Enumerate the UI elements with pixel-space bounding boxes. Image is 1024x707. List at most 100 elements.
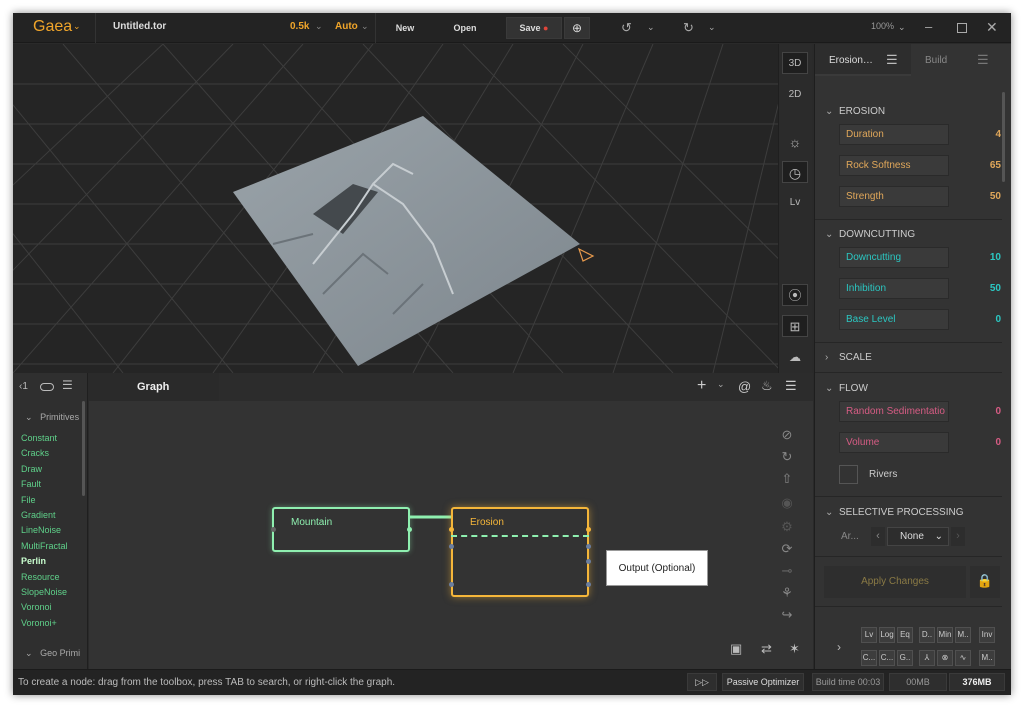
new-button[interactable]: New [377,17,433,39]
toggle-icon[interactable] [40,383,54,391]
redo-icon[interactable]: ↻ [683,21,694,35]
node-mountain[interactable] [272,507,410,552]
mode-dropdown[interactable]: Auto [335,21,358,32]
toolbox-item[interactable]: Constant [21,433,57,443]
bake-icon[interactable]: ◉ [779,495,795,511]
field-inhibition[interactable]: Inhibition [839,278,949,299]
section-selective-processing-header[interactable]: ⌄ SELECTIVE PROCESSING [825,507,963,518]
value-duration[interactable]: 4 [963,129,1001,140]
branch-icon[interactable]: ⚘ [779,585,795,601]
toolbox-item[interactable]: Cracks [21,448,49,458]
modifier-button[interactable]: ∿ [955,650,971,666]
maximize-icon[interactable] [957,23,967,33]
apply-changes-button[interactable]: Apply Changes [824,566,966,598]
section-primitives-header[interactable]: ⌄ Primitives [25,412,79,423]
toolbox-menu-icon[interactable]: ☰ [62,378,73,392]
lock-button[interactable]: 🔒 [970,566,1000,598]
toolbox-item[interactable]: File [21,495,36,505]
rotate-icon[interactable]: ⟳ [779,541,795,557]
toolbox-item[interactable]: Draw [21,464,42,474]
selective-prev-button[interactable]: ‹ [871,527,885,546]
disable-node-icon[interactable]: ⊘ [779,427,795,443]
section-erosion-header[interactable]: ⌄ EROSION [825,106,885,117]
terrain-3d-view[interactable] [13,44,778,373]
play-forward-button[interactable]: ▷▷ [687,673,717,691]
node-erosion-output-port[interactable] [586,527,591,532]
modifier-button[interactable]: ⊗ [937,650,953,666]
section-geo-primitives-header[interactable]: ⌄ Geo Primi [25,648,80,659]
value-random-sedimentation[interactable]: 0 [963,406,1001,417]
view-lv-button[interactable]: Lv [782,192,808,214]
save-as-button[interactable]: ⊕ [564,17,590,39]
modifier-button[interactable]: M.. [955,627,971,643]
value-volume[interactable]: 0 [963,437,1001,448]
zoom-chevron-icon[interactable]: ⌄ [898,20,906,34]
value-inhibition[interactable]: 50 [963,283,1001,294]
open-button[interactable]: Open [437,17,493,39]
refresh-icon[interactable]: ↻ [779,449,795,465]
resolution-chevron-icon[interactable]: ⌄ [315,21,323,32]
value-strength[interactable]: 50 [963,191,1001,202]
modifier-button[interactable]: M.. [979,650,995,666]
modifier-button[interactable]: C... [879,650,895,666]
section-scale-header[interactable]: › SCALE [825,352,872,363]
toolbox-item[interactable]: Gradient [21,510,56,520]
modifier-button[interactable]: Min [937,627,953,643]
node-erosion-input-port-2[interactable] [449,544,454,549]
swap-icon[interactable]: ⇄ [761,641,772,657]
scrollbar[interactable] [1002,92,1005,182]
node-mountain-output-port[interactable] [407,527,412,532]
time-clock-icon[interactable]: ◷ [782,161,808,183]
rivers-checkbox[interactable] [839,465,858,484]
tab-build-menu-icon[interactable]: ☰ [977,52,989,68]
view-2d-button[interactable]: 2D [782,84,808,106]
modifiers-expand-chevron-icon[interactable]: › [837,640,841,654]
view-3d-button[interactable]: 3D [782,52,808,74]
navigate-compass-icon[interactable]: ⦿ [782,284,808,306]
save-button[interactable]: Save ● [506,17,562,39]
toolbox-item[interactable]: Voronoi+ [21,618,57,628]
tab-build[interactable]: Build [925,55,947,66]
route-icon[interactable]: ↪ [779,607,795,623]
camera-marker-icon[interactable] [577,247,595,262]
modifier-button[interactable]: Eq [897,627,913,643]
close-icon[interactable]: ✕ [986,20,998,34]
toolbox-item[interactable]: LineNoise [21,525,61,535]
zoom-level[interactable]: 100% [871,21,894,31]
graph-editor[interactable]: Graph + ⌄ @ ♨ ☰ Mountain Erosion Output … [89,373,813,669]
toolbox-item[interactable]: Fault [21,479,41,489]
modifier-button[interactable]: G.. [897,650,913,666]
export-icon[interactable]: ⇧ [779,471,795,487]
logo-menu-chevron-icon[interactable]: ⌄ [73,21,81,32]
gear-icon[interactable]: ⚙ [779,519,795,535]
modifier-button[interactable]: Lv [861,627,877,643]
selective-next-button[interactable]: › [951,527,965,546]
grid-layout-icon[interactable]: ⊞ [782,315,808,337]
value-base-level[interactable]: 0 [963,314,1001,325]
resolution-dropdown[interactable]: 0.5k [290,21,309,32]
modifier-button[interactable]: D.. [919,627,935,643]
value-rock-softness[interactable]: 65 [963,160,1001,171]
modifier-button[interactable]: Inv [979,627,995,643]
arrange-icon[interactable]: ✶ [789,641,800,657]
node-erosion-output-port-2[interactable] [586,544,591,549]
node-erosion-input-port-3[interactable] [449,582,454,587]
toolbox-item[interactable]: SlopeNoise [21,587,67,597]
terrain-viewport[interactable] [13,44,778,373]
selective-dropdown[interactable]: None ⌄ [887,527,949,546]
section-flow-header[interactable]: ⌄ FLOW [825,383,868,394]
passive-optimizer-button[interactable]: Passive Optimizer [722,673,804,691]
toolbox-item[interactable]: Voronoi [21,602,52,612]
modifier-button[interactable]: ⅄ [919,650,935,666]
node-erosion-output-port-4[interactable] [586,582,591,587]
field-volume[interactable]: Volume [839,432,949,453]
undo-history-chevron-icon[interactable]: ⌄ [647,20,655,34]
tab-erosion-menu-icon[interactable]: ☰ [886,52,898,68]
toolbox-item[interactable]: Resource [21,572,60,582]
undo-icon[interactable]: ↺ [621,21,632,35]
field-rock-softness[interactable]: Rock Softness [839,155,949,176]
toolbox-item[interactable]: MultiFractal [21,541,68,551]
mode-chevron-icon[interactable]: ⌄ [361,21,369,32]
minimize-icon[interactable]: – [925,20,932,34]
node-mountain-input-port[interactable] [271,527,276,532]
